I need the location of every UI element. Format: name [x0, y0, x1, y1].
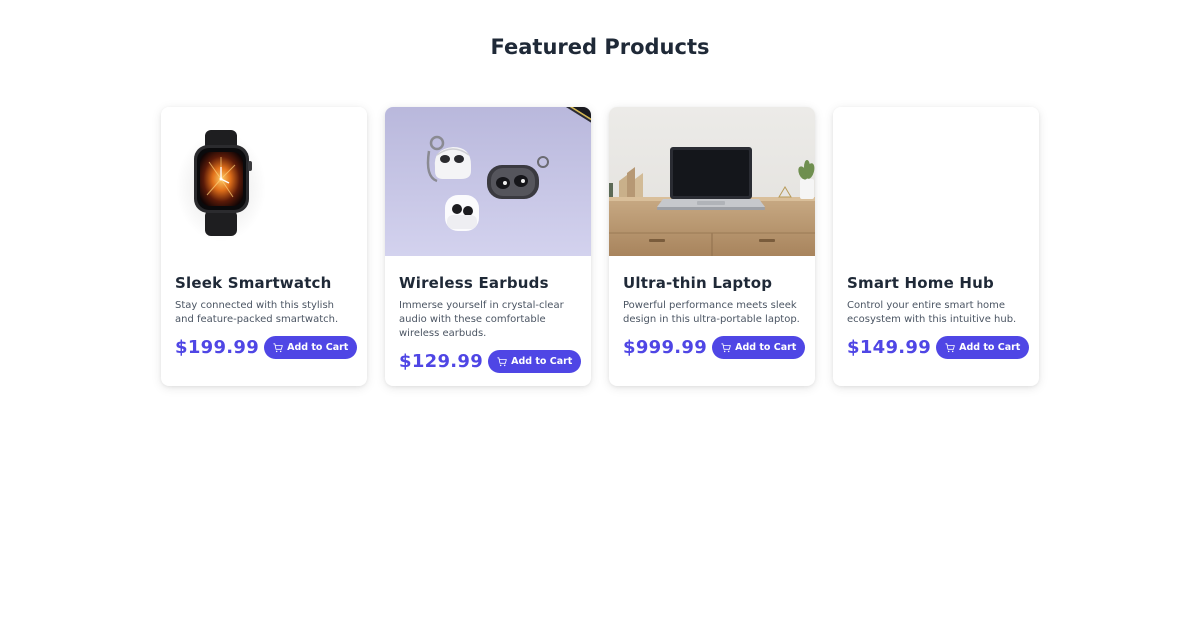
laptop-image: [609, 107, 815, 256]
product-price: $999.99: [623, 337, 708, 358]
card-footer: $999.99 Add to Cart: [623, 336, 806, 359]
add-to-cart-button[interactable]: Add to Cart: [712, 336, 806, 359]
product-card: Wireless Earbuds Immerse yourself in cry…: [385, 107, 591, 386]
product-price: $129.99: [399, 351, 484, 372]
product-title: Sleek Smartwatch: [175, 274, 332, 292]
cart-icon: [273, 342, 283, 352]
product-price: $199.99: [175, 337, 260, 358]
add-to-cart-label: Add to Cart: [511, 356, 573, 367]
cart-icon: [945, 342, 955, 352]
product-card: Sleek Smartwatch Stay connected with thi…: [161, 107, 367, 386]
card-footer: $199.99 Add to Cart: [175, 336, 358, 359]
cart-icon: [497, 356, 507, 366]
page-title: Featured Products: [490, 35, 710, 59]
add-to-cart-label: Add to Cart: [735, 342, 797, 353]
product-title: Ultra-thin Laptop: [623, 274, 773, 292]
product-description: Powerful performance meets sleek design …: [623, 300, 800, 325]
add-to-cart-button[interactable]: Add to Cart: [264, 336, 358, 359]
cart-icon: [721, 342, 731, 352]
product-title: Wireless Earbuds: [399, 274, 549, 292]
product-card: Ultra-thin Laptop Powerful performance m…: [609, 107, 815, 386]
product-description: Immerse yourself in crystal-clear audio …: [399, 300, 564, 339]
add-to-cart-button[interactable]: Add to Cart: [936, 336, 1030, 359]
add-to-cart-label: Add to Cart: [287, 342, 349, 353]
product-grid: Sleek Smartwatch Stay connected with thi…: [161, 107, 1039, 386]
earbuds-image: [385, 107, 591, 256]
card-footer: $149.99 Add to Cart: [847, 336, 1030, 359]
add-to-cart-label: Add to Cart: [959, 342, 1021, 353]
add-to-cart-button[interactable]: Add to Cart: [488, 350, 582, 373]
smartwatch-image: [161, 107, 367, 256]
product-price: $149.99: [847, 337, 932, 358]
card-footer: $129.99 Add to Cart: [399, 350, 582, 373]
product-card: Smart Home Hub Control your entire smart…: [833, 107, 1039, 386]
product-description: Stay connected with this stylish and fea…: [175, 300, 339, 325]
smart-home-hub-image: [833, 107, 1039, 256]
product-description: Control your entire smart home ecosystem…: [847, 300, 1017, 325]
product-title: Smart Home Hub: [847, 274, 994, 292]
